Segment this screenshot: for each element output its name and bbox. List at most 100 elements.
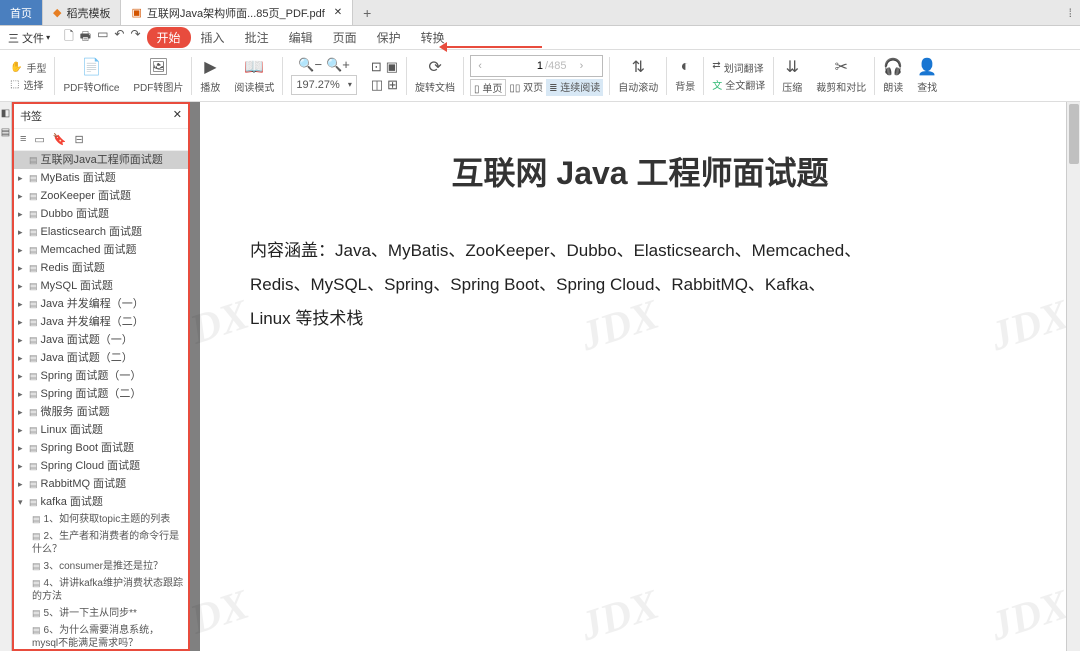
double-page-button[interactable]: ▯▯ 双页 [509, 79, 543, 96]
bookmark-subitem[interactable]: ▤1、如何获取topic主题的列表 [14, 511, 188, 528]
bookmark-item[interactable]: ▸▤ZooKeeper 面试题 [14, 187, 188, 205]
close-panel-icon[interactable]: ✕ [173, 108, 182, 124]
bm-tool-icon[interactable]: ⊟ [75, 133, 84, 146]
quick-tools: 🗋 🖶 ▭ ↶ ↷ [58, 27, 146, 48]
menu-edit[interactable]: 编辑 [279, 29, 323, 46]
bookmark-item[interactable]: ▤互联网Java工程师面试题 [14, 151, 188, 169]
menu-annotate[interactable]: 批注 [235, 29, 279, 46]
bookmark-item[interactable]: ▾▤kafka 面试题 [14, 493, 188, 511]
bookmark-item[interactable]: ▸▤Spring Boot 面试题 [14, 439, 188, 457]
hand-icon[interactable]: ✋ [10, 62, 22, 73]
bookmark-item[interactable]: ▸▤RabbitMQ 面试题 [14, 475, 188, 493]
bm-tool-icon[interactable]: ▭ [34, 133, 44, 146]
prev-page-icon[interactable]: ‹ [471, 60, 489, 72]
sidebar-icon[interactable]: ◧ [1, 108, 10, 119]
menu-page[interactable]: 页面 [323, 29, 367, 46]
watermark: JDX [190, 581, 255, 651]
doc-paragraph: 内容涵盖：Java、MyBatis、ZooKeeper、Dubbo、Elasti… [250, 234, 1030, 268]
bookmark-item[interactable]: ▸▤Spring 面试题（一） [14, 367, 188, 385]
bookmark-subitem[interactable]: ▤3、consumer是推还是拉？ [14, 558, 188, 575]
bookmark-item[interactable]: ▸▤Java 并发编程（一） [14, 295, 188, 313]
page-viewport[interactable]: 互联网 Java 工程师面试题 内容涵盖：Java、MyBatis、ZooKee… [190, 102, 1080, 651]
bookmark-item[interactable]: ▸▤Memcached 面试题 [14, 241, 188, 259]
bm-tool-icon[interactable]: 🔖 [53, 133, 67, 146]
pdf-image-button[interactable]: 🖼PDF转图片 [127, 57, 189, 94]
bm-tool-icon[interactable]: ≡ [20, 133, 26, 146]
watermark: JDX [575, 581, 665, 651]
scrollbar-thumb[interactable] [1069, 104, 1079, 164]
hand-label: 手型 [26, 60, 46, 75]
doc-paragraph: Linux 等技术栈 [250, 302, 1030, 336]
full-translate-button[interactable]: 全文翻译 [725, 77, 765, 92]
bookmarks-list: ▤互联网Java工程师面试题▸▤MyBatis 面试题▸▤ZooKeeper 面… [14, 151, 188, 649]
translate-group: ⇄划词翻译 文全文翻译 [706, 60, 771, 92]
vertical-scrollbar[interactable] [1066, 102, 1080, 651]
zoom-in-icon[interactable]: 🔍+ [326, 57, 350, 73]
fit-icon[interactable]: ▣ [386, 59, 398, 75]
tab-add-button[interactable]: + [353, 0, 381, 25]
menu-insert[interactable]: 插入 [191, 29, 235, 46]
menu-start[interactable]: 开始 [147, 27, 191, 48]
bookmark-item[interactable]: ▸▤MyBatis 面试题 [14, 169, 188, 187]
zoom-out-icon[interactable]: 🔍− [298, 57, 322, 73]
left-sidebar: ◧ ▤ [0, 102, 12, 651]
side-tools: ✋手型 ⬚选择 [4, 60, 52, 92]
next-page-icon[interactable]: › [572, 60, 590, 72]
fit-icon[interactable]: ⊞ [387, 77, 398, 93]
bookmark-item[interactable]: ▸▤Linux 面试题 [14, 421, 188, 439]
workspace: ◧ ▤ 书签 ✕ ≡ ▭ 🔖 ⊟ ▤互联网Java工程师面试题▸▤MyBatis… [0, 102, 1080, 651]
bookmark-item[interactable]: ▸▤Elasticsearch 面试题 [14, 223, 188, 241]
fit-icon[interactable]: ⊡ [371, 59, 382, 75]
zoom-select[interactable]: 197.27%▾ [291, 75, 356, 95]
bookmarks-title: 书签 [20, 108, 42, 124]
bookmark-item[interactable]: ▸▤Java 并发编程（二） [14, 313, 188, 331]
single-page-button[interactable]: ▯ 单页 [470, 79, 506, 96]
bookmark-item[interactable]: ▸▤Spring 面试题（二） [14, 385, 188, 403]
read-mode-button[interactable]: 📖阅读模式 [228, 57, 280, 94]
bookmark-item[interactable]: ▸▤Spring Cloud 面试题 [14, 457, 188, 475]
ribbon: ✋手型 ⬚选择 📄PDF转Office 🖼PDF转图片 ▶播放 📖阅读模式 🔍−… [0, 50, 1080, 102]
menu-convert[interactable]: 转换 [411, 29, 455, 46]
fit-icon[interactable]: ◫ [371, 77, 383, 93]
close-icon[interactable]: ✕ [334, 7, 342, 18]
tab-settings[interactable]: ⁞ [1061, 0, 1080, 25]
bookmark-item[interactable]: ▸▤MySQL 面试题 [14, 277, 188, 295]
redo-icon[interactable]: ↷ [130, 27, 140, 48]
bookmark-item[interactable]: ▸▤Dubbo 面试题 [14, 205, 188, 223]
continuous-button[interactable]: ≣ 连续阅读 [546, 79, 603, 96]
tab-template[interactable]: ◆稻壳模板 [43, 0, 121, 25]
bookmark-subitem[interactable]: ▤5、讲一下主从同步** [14, 605, 188, 622]
bookmark-subitem[interactable]: ▤6、为什么需要消息系统，mysql不能满足需求吗？ [14, 622, 188, 649]
bookmark-subitem[interactable]: ▤4、讲讲kafka维护消费状态跟踪的方法 [14, 575, 188, 605]
rotate-button[interactable]: ⟳旋转文档 [409, 57, 461, 94]
compress-button[interactable]: ⇊压缩 [776, 57, 808, 94]
autoscroll-button[interactable]: ⇅自动滚动 [612, 57, 664, 94]
watermark: JDX [985, 581, 1075, 651]
sidebar-icon[interactable]: ▤ [1, 127, 10, 138]
read-aloud-button[interactable]: 🎧朗读 [877, 57, 909, 94]
pdf-office-button[interactable]: 📄PDF转Office [57, 57, 125, 94]
file-menu[interactable]: 三 文件▾ [0, 30, 58, 46]
bookmark-item[interactable]: ▸▤Java 面试题（一） [14, 331, 188, 349]
word-translate-button[interactable]: 划词翻译 [724, 60, 764, 75]
menu-protect[interactable]: 保护 [367, 29, 411, 46]
tool-icon[interactable]: 🖶 [80, 27, 91, 48]
tab-home[interactable]: 首页 [0, 0, 43, 25]
play-button[interactable]: ▶播放 [194, 57, 226, 94]
bookmark-item[interactable]: ▸▤Java 面试题（二） [14, 349, 188, 367]
tool-icon[interactable]: ▭ [97, 27, 108, 48]
select-icon[interactable]: ⬚ [10, 79, 19, 90]
find-button[interactable]: 👤查找 [911, 57, 943, 94]
tab-document[interactable]: ▣互联网Java架构师面...85页_PDF.pdf✕ [121, 0, 353, 25]
bookmark-item[interactable]: ▸▤微服务 面试题 [14, 403, 188, 421]
tab-template-label: 稻壳模板 [66, 5, 110, 21]
background-button[interactable]: ◐背景 [669, 58, 701, 93]
bookmark-subitem[interactable]: ▤2、生产者和消费者的命令行是什么？ [14, 528, 188, 558]
undo-icon[interactable]: ↶ [114, 27, 124, 48]
doc-paragraph: Redis、MySQL、Spring、Spring Boot、Spring Cl… [250, 268, 1030, 302]
tool-icon[interactable]: 🗋 [64, 27, 74, 48]
crop-compare-button[interactable]: ✂裁剪和对比 [810, 57, 872, 94]
page-number-field[interactable] [489, 60, 545, 72]
bookmark-item[interactable]: ▸▤Redis 面试题 [14, 259, 188, 277]
page-input[interactable]: ‹ /485 › [470, 55, 603, 77]
